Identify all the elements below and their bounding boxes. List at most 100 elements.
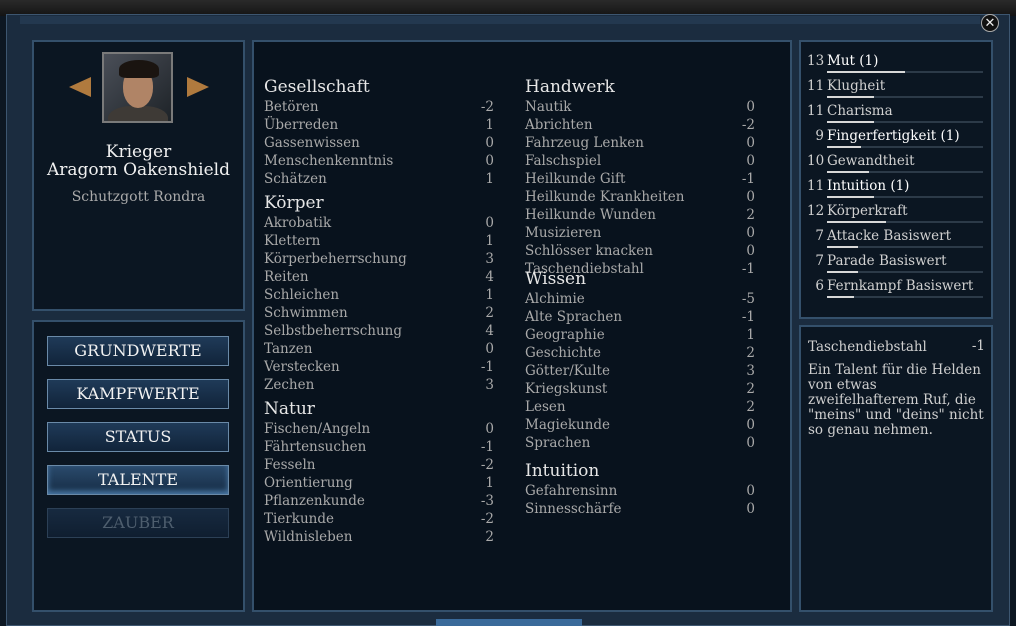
talent-name: Menschenkenntnis xyxy=(264,153,394,169)
talent-name: Fahrzeug Lenken xyxy=(525,135,644,151)
talent-row[interactable]: Tierkunde -2 xyxy=(264,511,494,529)
talent-value: 1 xyxy=(485,287,494,303)
talent-row[interactable]: Alte Sprachen -1 xyxy=(525,309,755,327)
talent-name: Selbstbeherrschung xyxy=(264,323,402,339)
attribute-row[interactable]: 7 Parade Basiswert xyxy=(807,253,983,278)
previous-character-arrow-icon[interactable] xyxy=(69,77,91,97)
talent-row[interactable]: Sinnesschärfe 0 xyxy=(525,501,755,519)
talent-row[interactable]: Schätzen 1 xyxy=(264,171,494,189)
talent-row[interactable]: Musizieren 0 xyxy=(525,225,755,243)
talent-row[interactable]: Orientierung 1 xyxy=(264,475,494,493)
talent-value: 0 xyxy=(746,417,755,433)
kampfwerte-button[interactable]: KAMPFWERTE xyxy=(47,379,229,409)
talent-value: 1 xyxy=(485,171,494,187)
talent-value: 0 xyxy=(746,135,755,151)
talent-category-title: Wissen xyxy=(525,269,587,289)
talent-value: 3 xyxy=(485,377,494,393)
talent-row[interactable]: Heilkunde Wunden 2 xyxy=(525,207,755,225)
grundwerte-button[interactable]: GRUNDWERTE xyxy=(47,336,229,366)
talent-row[interactable]: Abrichten -2 xyxy=(525,117,755,135)
talent-value: 0 xyxy=(746,435,755,451)
attribute-row[interactable]: 9 Fingerfertigkeit (1) xyxy=(807,128,983,153)
talent-row[interactable]: Fischen/Angeln 0 xyxy=(264,421,494,439)
close-button[interactable]: ✕ xyxy=(981,14,999,32)
talent-name: Schleichen xyxy=(264,287,340,303)
talent-row[interactable]: Fesseln -2 xyxy=(264,457,494,475)
attribute-row[interactable]: 13 Mut (1) xyxy=(807,53,983,78)
talent-row[interactable]: Verstecken -1 xyxy=(264,359,494,377)
talent-row[interactable]: Tanzen 0 xyxy=(264,341,494,359)
talent-name: Klettern xyxy=(264,233,321,249)
talent-name: Nautik xyxy=(525,99,572,115)
talent-name: Abrichten xyxy=(525,117,593,133)
talent-row[interactable]: Fährtensuchen -1 xyxy=(264,439,494,457)
talent-category-title: Körper xyxy=(264,193,324,213)
talent-row[interactable]: Wildnisleben 2 xyxy=(264,529,494,547)
attribute-row[interactable]: 6 Fernkampf Basiswert xyxy=(807,278,983,303)
talent-row[interactable]: Geschichte 2 xyxy=(525,345,755,363)
talent-row[interactable]: Körperbeherrschung 3 xyxy=(264,251,494,269)
talent-row[interactable]: Betören -2 xyxy=(264,99,494,117)
talent-row[interactable]: Gassenwissen 0 xyxy=(264,135,494,153)
attribute-bar-fill xyxy=(827,171,870,173)
talent-name: Heilkunde Krankheiten xyxy=(525,189,685,205)
talent-row[interactable]: Falschspiel 0 xyxy=(525,153,755,171)
talent-name: Reiten xyxy=(264,269,309,285)
talent-row[interactable]: Alchimie -5 xyxy=(525,291,755,309)
next-character-arrow-icon[interactable] xyxy=(187,77,209,97)
talent-row[interactable]: Zechen 3 xyxy=(264,377,494,395)
talent-row[interactable]: Menschenkenntnis 0 xyxy=(264,153,494,171)
talent-value: -2 xyxy=(480,457,494,473)
attribute-value: 11 xyxy=(807,103,825,119)
talent-row[interactable]: Schwimmen 2 xyxy=(264,305,494,323)
talent-value: -1 xyxy=(480,439,494,455)
talent-name: Sinnesschärfe xyxy=(525,501,622,517)
attribute-row[interactable]: 11 Intuition (1) xyxy=(807,178,983,203)
character-class: Krieger xyxy=(105,142,172,162)
talent-name: Körperbeherrschung xyxy=(264,251,407,267)
talent-row[interactable]: Fahrzeug Lenken 0 xyxy=(525,135,755,153)
talent-value: 2 xyxy=(485,305,494,321)
talent-row[interactable]: Nautik 0 xyxy=(525,99,755,117)
talent-value: -3 xyxy=(480,493,494,509)
avatar xyxy=(102,52,173,123)
attribute-name: Intuition (1) xyxy=(827,178,910,194)
talent-row[interactable]: Gefahrensinn 0 xyxy=(525,483,755,501)
talent-row[interactable]: Reiten 4 xyxy=(264,269,494,287)
description-text: Ein Talent für die Helden von etwas zwei… xyxy=(808,362,984,438)
talent-row[interactable]: Lesen 2 xyxy=(525,399,755,417)
talent-row[interactable]: Heilkunde Gift -1 xyxy=(525,171,755,189)
talent-name: Tanzen xyxy=(264,341,313,357)
talent-row[interactable]: Pflanzenkunde -3 xyxy=(264,493,494,511)
talent-row[interactable]: Selbstbeherrschung 4 xyxy=(264,323,494,341)
talent-row[interactable]: Akrobatik 0 xyxy=(264,215,494,233)
attribute-row[interactable]: 11 Klugheit xyxy=(807,78,983,103)
talente-button[interactable]: TALENTE xyxy=(47,465,229,495)
bottom-tab xyxy=(436,619,582,626)
talent-row[interactable]: Schleichen 1 xyxy=(264,287,494,305)
status-button[interactable]: STATUS xyxy=(47,422,229,452)
talent-name: Lesen xyxy=(525,399,566,415)
talent-row[interactable]: Magiekunde 0 xyxy=(525,417,755,435)
attribute-row[interactable]: 10 Gewandtheit xyxy=(807,153,983,178)
talent-row[interactable]: Kriegskunst 2 xyxy=(525,381,755,399)
talent-row[interactable]: Götter/Kulte 3 xyxy=(525,363,755,381)
talent-value: 0 xyxy=(485,341,494,357)
attribute-row[interactable]: 11 Charisma xyxy=(807,103,983,128)
attribute-bar xyxy=(827,146,983,148)
talent-row[interactable]: Geographie 1 xyxy=(525,327,755,345)
talent-name: Sprachen xyxy=(525,435,591,451)
attribute-bar-fill xyxy=(827,71,905,73)
talent-row[interactable]: Heilkunde Krankheiten 0 xyxy=(525,189,755,207)
attribute-bar-fill xyxy=(827,221,887,223)
talent-name: Wildnisleben xyxy=(264,529,353,545)
talent-value: 1 xyxy=(485,117,494,133)
attribute-row[interactable]: 7 Attacke Basiswert xyxy=(807,228,983,253)
attribute-bar-fill xyxy=(827,271,859,273)
talent-row[interactable]: Schlösser knacken 0 xyxy=(525,243,755,261)
talent-row[interactable]: Klettern 1 xyxy=(264,233,494,251)
talent-row[interactable]: Sprachen 0 xyxy=(525,435,755,453)
attribute-row[interactable]: 12 Körperkraft xyxy=(807,203,983,228)
talent-row[interactable]: Überreden 1 xyxy=(264,117,494,135)
talent-value: -2 xyxy=(480,511,494,527)
